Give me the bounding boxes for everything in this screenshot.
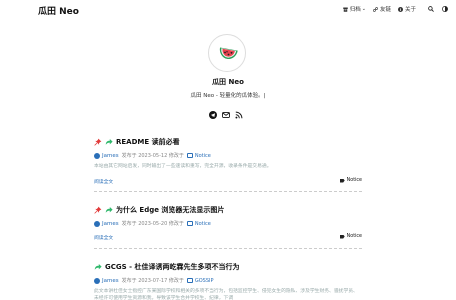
folder-icon xyxy=(186,153,193,158)
post-category[interactable]: Notice xyxy=(186,152,211,159)
tag-icon xyxy=(339,178,345,183)
archive-icon xyxy=(343,7,348,12)
search-button[interactable] xyxy=(428,6,434,12)
chevron-down-icon: ⌄ xyxy=(361,6,366,12)
post-excerpt: 此文本讲杜佳女士指控广东某国际学校和相关的多项不当行为，包括监控学生、侵犯女生的… xyxy=(94,289,358,300)
telegram-icon[interactable] xyxy=(209,104,217,119)
share-arrow-icon xyxy=(105,138,113,146)
post-tag-label: Notice xyxy=(346,178,362,183)
tag-icon xyxy=(339,234,345,239)
profile-name: 瓜田 Neo xyxy=(212,78,244,86)
post-category-label: Notice xyxy=(194,152,211,159)
post-tag-label: Notice xyxy=(346,234,362,239)
post-card: 为什么 Edge 浏览器无法显示图片 James 发布于 2023-05-20 … xyxy=(94,205,362,242)
social-links xyxy=(209,104,243,119)
post-title[interactable]: README 读前必看 xyxy=(116,137,180,147)
read-more-link[interactable]: 阅读全文 xyxy=(94,178,113,185)
watermelon-logo-icon xyxy=(219,47,238,59)
nav-item-archive[interactable]: 归档 ⌄ xyxy=(343,5,366,13)
post-author-name: James xyxy=(102,152,119,159)
pin-icon xyxy=(94,206,102,214)
post-author[interactable]: James xyxy=(94,152,119,159)
user-icon xyxy=(94,152,100,159)
post-excerpt: 本站由其它网站启发，同时输出了一些速读和重写，完全开源，收录条件是交易通。 xyxy=(94,164,272,169)
nav-item-links-label: 友链 xyxy=(379,7,391,13)
search-icon xyxy=(428,6,434,12)
post-tag[interactable]: Notice xyxy=(339,178,362,183)
site-brand[interactable]: 瓜田 Neo xyxy=(38,4,79,17)
read-more-link[interactable]: 阅读全文 xyxy=(94,234,113,241)
post-title-row: 为什么 Edge 浏览器无法显示图片 xyxy=(94,205,362,215)
post-footer: 阅读全文 Notice xyxy=(94,234,362,242)
post-meta: James 发布于 2023-05-12 修改于 Notice xyxy=(94,152,362,159)
theme-toggle-button[interactable] xyxy=(442,6,448,12)
nav-item-about[interactable]: 关于 xyxy=(397,5,416,13)
post-card: GCGS - 杜佳译诱两屹霖先生多项不当行为 James 发布于 2023-07… xyxy=(94,262,362,300)
nav-menu: 归档 ⌄ 友链 关于 xyxy=(336,5,448,13)
avatar[interactable] xyxy=(208,34,246,72)
folder-icon xyxy=(186,278,193,283)
post-author-name: James xyxy=(102,277,119,284)
user-icon xyxy=(94,220,100,227)
post-category[interactable]: GOSSIP xyxy=(186,277,214,284)
share-arrow-icon xyxy=(105,206,113,214)
post-title-row: README 读前必看 xyxy=(94,137,362,147)
post-category[interactable]: Notice xyxy=(186,220,211,227)
profile-description: 瓜田 Neo - 轻量化的瓜体验。| xyxy=(190,93,266,99)
post-meta: James 发布于 2023-05-20 修改于 Notice xyxy=(94,220,362,227)
nav-item-archive-label: 归档 xyxy=(349,7,361,13)
link-icon xyxy=(372,6,378,12)
post-title[interactable]: 为什么 Edge 浏览器无法显示图片 xyxy=(116,205,224,215)
pin-icon xyxy=(94,138,102,146)
post-divider xyxy=(94,248,362,249)
post-author-name: James xyxy=(102,220,119,227)
post-category-label: Notice xyxy=(194,220,211,227)
post-date: 发布于 2023-05-12 修改于 xyxy=(121,153,184,159)
post-author[interactable]: James xyxy=(94,277,119,284)
post-category-label: GOSSIP xyxy=(194,277,214,284)
theme-toggle-icon xyxy=(442,6,448,12)
post-meta: James 发布于 2023-07-17 修改于 GOSSIP xyxy=(94,277,362,284)
post-title-row: GCGS - 杜佳译诱两屹霖先生多项不当行为 xyxy=(94,262,362,272)
post-tag[interactable]: Notice xyxy=(339,234,362,239)
post-title[interactable]: GCGS - 杜佳译诱两屹霖先生多项不当行为 xyxy=(105,262,239,272)
nav-item-links[interactable]: 友链 xyxy=(372,5,391,13)
top-navigation-bar: 瓜田 Neo 归档 ⌄ 友链 关于 xyxy=(0,0,456,20)
email-icon[interactable] xyxy=(222,104,230,118)
post-date: 发布于 2023-07-17 修改于 xyxy=(121,278,184,284)
info-icon xyxy=(397,6,403,12)
post-footer: 阅读全文 Notice xyxy=(94,178,362,186)
share-arrow-icon xyxy=(94,263,102,271)
post-author[interactable]: James xyxy=(94,220,119,227)
post-card: README 读前必看 James 发布于 2023-05-12 修改于 Not… xyxy=(94,137,362,186)
post-date: 发布于 2023-05-20 修改于 xyxy=(121,221,184,227)
user-icon xyxy=(94,277,100,284)
nav-item-about-label: 关于 xyxy=(404,7,416,13)
folder-icon xyxy=(186,221,193,226)
post-divider xyxy=(94,191,362,192)
rss-icon[interactable] xyxy=(235,104,243,119)
